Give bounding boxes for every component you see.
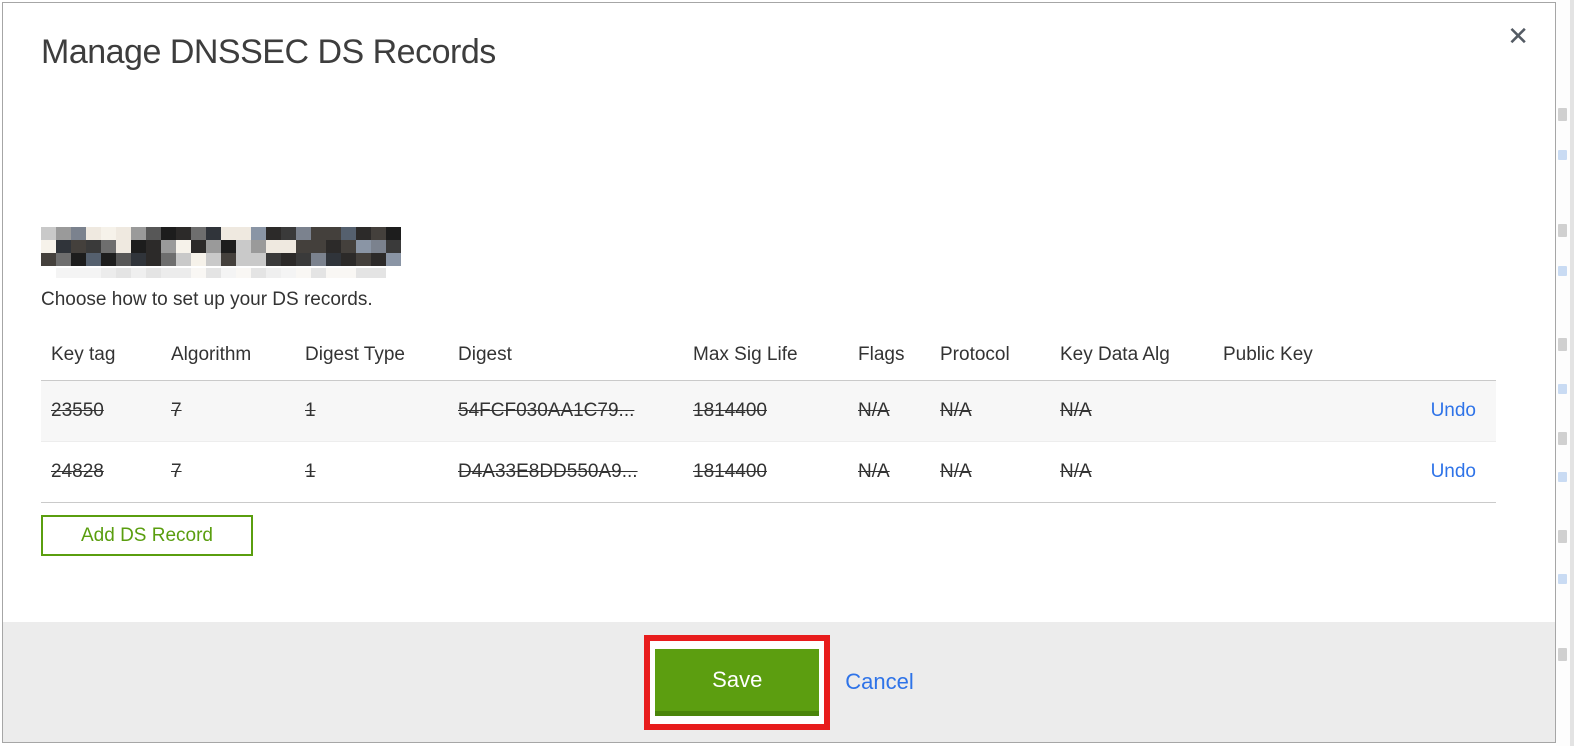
cell-key-data-alg: N/A — [1060, 461, 1092, 482]
undo-link[interactable]: Undo — [1431, 461, 1476, 482]
cell-key-tag: 24828 — [51, 461, 104, 482]
cell-flags: N/A — [858, 400, 890, 421]
background-text-fragment — [1558, 432, 1567, 445]
manage-dnssec-ds-records-dialog: Manage DNSSEC DS Records ✕ Choose how to… — [2, 2, 1556, 743]
column-header-key-tag: Key tag — [51, 344, 116, 365]
cell-protocol: N/A — [940, 400, 972, 421]
cell-public-key — [1213, 381, 1362, 442]
column-header-actions — [1362, 331, 1496, 381]
table-row: 24828 7 1 D4A33E8DD550A9... 1814400 N/A … — [41, 442, 1496, 503]
background-link-fragment — [1558, 150, 1567, 160]
background-text-fragment — [1558, 648, 1567, 661]
column-header-digest-type: Digest Type — [305, 344, 405, 365]
add-ds-record-button[interactable]: Add DS Record — [41, 515, 253, 556]
cell-key-data-alg: N/A — [1060, 400, 1092, 421]
cell-public-key — [1213, 442, 1362, 503]
undo-link[interactable]: Undo — [1431, 400, 1476, 421]
dialog-footer: Save Cancel — [3, 622, 1555, 742]
instruction-text: Choose how to set up your DS records. — [41, 289, 373, 310]
screenshot-canvas: Manage DNSSEC DS Records ✕ Choose how to… — [0, 0, 1574, 746]
column-header-public-key: Public Key — [1223, 344, 1313, 365]
dialog-title: Manage DNSSEC DS Records — [41, 33, 496, 71]
column-header-flags: Flags — [858, 344, 905, 365]
cell-algorithm: 7 — [171, 461, 182, 482]
table-header-row: Key tag Algorithm Digest Type Digest Max… — [41, 331, 1496, 381]
background-page-sliver — [1556, 0, 1574, 746]
column-header-algorithm: Algorithm — [171, 344, 252, 365]
cell-max-sig-life: 1814400 — [693, 400, 767, 421]
cell-key-tag: 23550 — [51, 400, 104, 421]
redacted-domain-name — [41, 227, 401, 279]
cell-digest-type: 1 — [305, 400, 316, 421]
cell-algorithm: 7 — [171, 400, 182, 421]
background-text-fragment — [1558, 224, 1567, 237]
background-link-fragment — [1558, 384, 1567, 394]
cell-protocol: N/A — [940, 461, 972, 482]
table-row: 23550 7 1 54FCF030AA1C79... 1814400 N/A … — [41, 380, 1496, 442]
background-link-fragment — [1558, 472, 1567, 482]
cell-digest-type: 1 — [305, 461, 316, 482]
dialog-body: Manage DNSSEC DS Records ✕ Choose how to… — [3, 3, 1555, 622]
column-header-key-data-alg: Key Data Alg — [1060, 344, 1170, 365]
save-button[interactable]: Save — [655, 648, 820, 716]
cancel-link[interactable]: Cancel — [845, 669, 913, 695]
background-text-fragment — [1558, 530, 1567, 543]
background-link-fragment — [1558, 266, 1567, 276]
background-text-fragment — [1558, 108, 1567, 121]
background-text-fragment — [1558, 338, 1567, 351]
column-header-protocol: Protocol — [940, 344, 1010, 365]
background-link-fragment — [1558, 574, 1567, 584]
cell-flags: N/A — [858, 461, 890, 482]
background-page-scrollbar[interactable] — [1570, 0, 1574, 746]
annotation-highlight-box: Save — [644, 634, 831, 730]
column-header-digest: Digest — [458, 344, 512, 365]
cell-digest: 54FCF030AA1C79... — [458, 400, 635, 421]
close-icon[interactable]: ✕ — [1507, 23, 1529, 49]
cell-max-sig-life: 1814400 — [693, 461, 767, 482]
column-header-max-sig-life: Max Sig Life — [693, 344, 798, 365]
cell-digest: D4A33E8DD550A9... — [458, 461, 638, 482]
ds-records-table: Key tag Algorithm Digest Type Digest Max… — [41, 331, 1496, 503]
